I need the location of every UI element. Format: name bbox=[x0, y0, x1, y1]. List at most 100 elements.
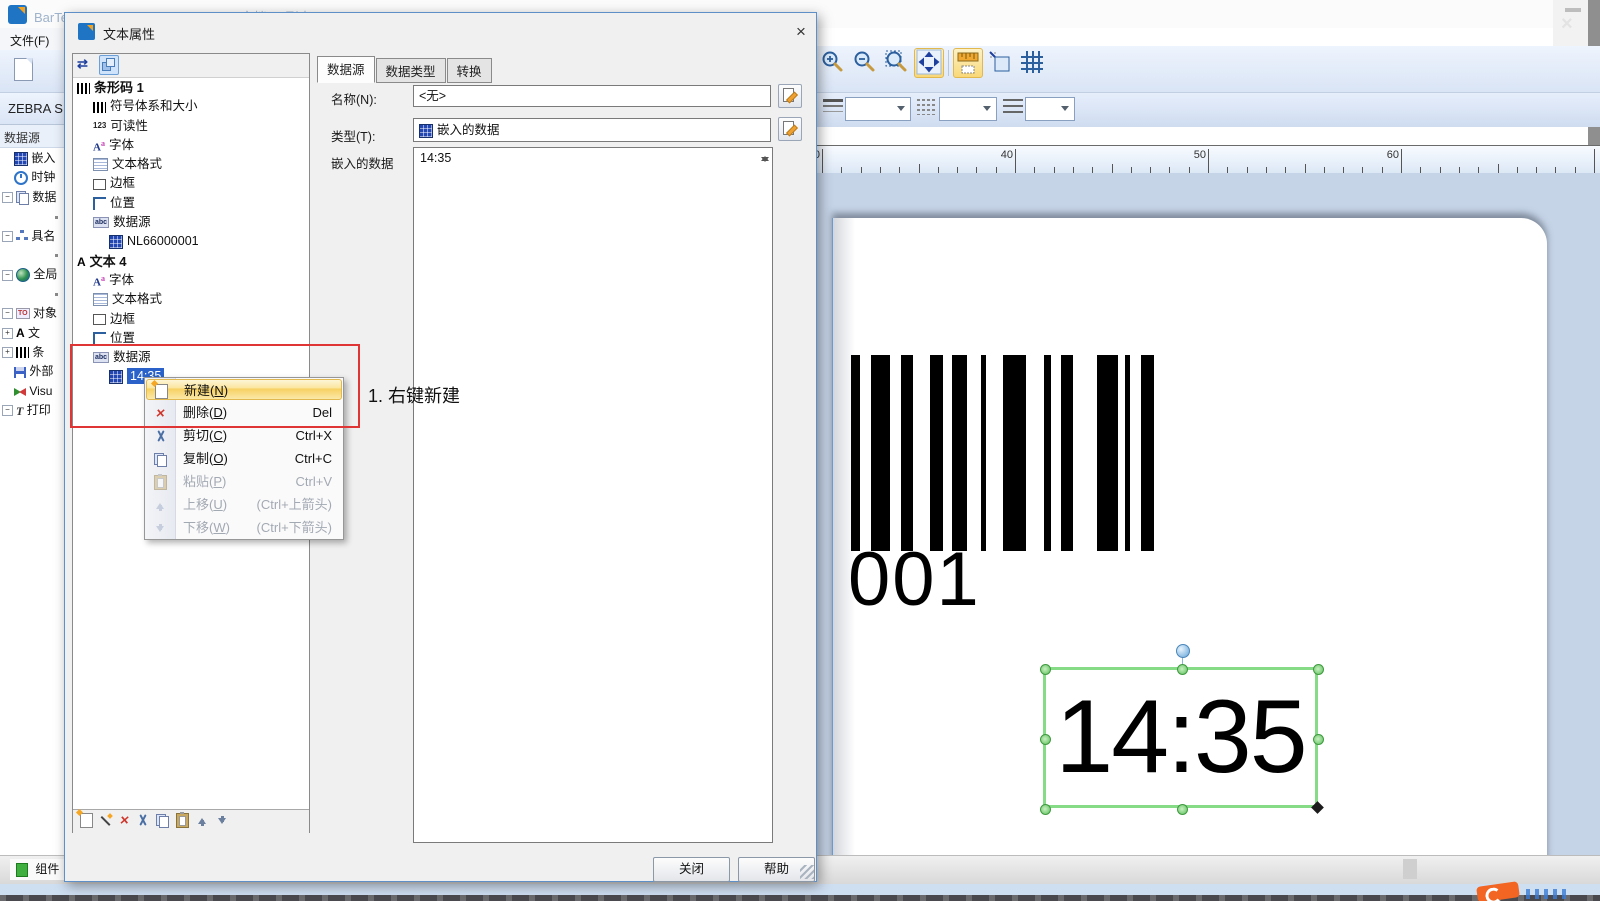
embedded-data-box[interactable]: 14:35 bbox=[413, 147, 773, 843]
selection-handle[interactable] bbox=[1040, 804, 1051, 815]
dialog-titlebar[interactable]: 文本属性 × bbox=[65, 13, 816, 51]
ruler-icon[interactable] bbox=[953, 48, 983, 78]
collapse-icon[interactable]: − bbox=[2, 405, 13, 416]
tab-2[interactable]: 转换 bbox=[447, 58, 492, 83]
zoom-out-icon[interactable] bbox=[850, 49, 880, 79]
zoom-in-icon[interactable] bbox=[818, 49, 848, 79]
rotation-handle[interactable] bbox=[1176, 644, 1190, 658]
line-style-toolbar bbox=[817, 92, 1600, 127]
tree-item[interactable]: 边框 bbox=[73, 174, 309, 193]
sidebar-item-文[interactable]: +A 文 bbox=[0, 324, 64, 343]
tree-item[interactable]: 符号体系和大小 bbox=[73, 97, 309, 116]
cut-icon bbox=[154, 430, 167, 443]
resize-diamond-handle[interactable] bbox=[1311, 801, 1324, 814]
component-tab[interactable]: 组件 bbox=[10, 859, 68, 880]
type-input[interactable]: 嵌入的数据 bbox=[413, 118, 771, 142]
object-value-icon: TO bbox=[16, 308, 30, 319]
line-style-dropdown[interactable] bbox=[939, 97, 997, 121]
tree-item[interactable]: 123可读性 bbox=[73, 117, 309, 136]
close-icon[interactable]: × bbox=[1561, 13, 1573, 36]
layers-toggle-icon[interactable] bbox=[99, 55, 119, 75]
tree-item[interactable]: NL66000001 bbox=[73, 232, 309, 251]
sidebar-header-label: 数据源 bbox=[4, 129, 40, 146]
collapse-icon[interactable]: − bbox=[2, 231, 13, 242]
selection-handle[interactable] bbox=[1040, 664, 1051, 675]
design-canvas[interactable]: 001 14:35 bbox=[815, 173, 1600, 855]
menu-item-P[interactable]: 粘贴(P)Ctrl+V bbox=[145, 470, 343, 493]
line-pattern-dropdown[interactable] bbox=[1025, 97, 1075, 121]
name-input[interactable]: <无> bbox=[413, 85, 771, 107]
label-area[interactable]: 001 14:35 bbox=[832, 218, 1547, 855]
window-controls: × bbox=[1553, 0, 1588, 46]
sidebar-item-全局[interactable]: − 全局 bbox=[0, 265, 64, 284]
pan-icon[interactable] bbox=[914, 48, 944, 78]
watermark-marks bbox=[1526, 889, 1566, 899]
selected-text-object[interactable]: 14:35 bbox=[1043, 667, 1318, 808]
line-weight-dropdown[interactable] bbox=[845, 97, 911, 121]
close-button[interactable]: 关闭 bbox=[653, 857, 730, 882]
file-menu[interactable]: 文件(F) bbox=[10, 32, 49, 49]
fit-object-icon[interactable]: ⇄ bbox=[77, 56, 88, 72]
menu-item-O[interactable]: 复制(O)Ctrl+C bbox=[145, 447, 343, 470]
tree-item[interactable]: 条形码 1 bbox=[73, 78, 309, 97]
collapse-icon[interactable]: − bbox=[2, 308, 13, 319]
sidebar-item-嵌入[interactable]: 嵌入 bbox=[0, 149, 64, 168]
grid-icon[interactable] bbox=[1017, 49, 1047, 79]
tree-item[interactable]: Aa字体 bbox=[73, 136, 309, 155]
resize-grip[interactable] bbox=[800, 865, 814, 879]
sidebar-item-外部[interactable]: 外部 bbox=[0, 362, 64, 381]
snap-icon[interactable] bbox=[985, 49, 1015, 79]
ruler-number: 50 bbox=[1194, 149, 1208, 161]
tree-item[interactable]: A文本 4 bbox=[73, 252, 309, 271]
tree-item[interactable]: abc数据源 bbox=[73, 213, 309, 232]
collapse-icon[interactable]: − bbox=[2, 192, 13, 203]
menu-item-W[interactable]: 下移(W)(Ctrl+下箭头) bbox=[145, 516, 343, 539]
sidebar-item-时钟[interactable]: 时钟 bbox=[0, 168, 64, 187]
selection-handle[interactable] bbox=[1177, 804, 1188, 815]
menu-item-U[interactable]: 上移(U)(Ctrl+上箭头) bbox=[145, 493, 343, 516]
barcode-text[interactable]: 001 bbox=[848, 536, 981, 623]
hscroll-thumb[interactable] bbox=[1403, 859, 1417, 879]
copy-icon bbox=[156, 814, 169, 827]
expand-icon[interactable]: + bbox=[2, 347, 13, 358]
embedded-data-value[interactable]: 14:35 bbox=[420, 151, 451, 165]
sidebar-item-数据[interactable]: − 数据 bbox=[0, 188, 64, 207]
sidebar-item-对象[interactable]: −TO 对象 bbox=[0, 304, 64, 323]
selection-handle[interactable] bbox=[1040, 734, 1051, 745]
tree-item[interactable]: 位置 bbox=[73, 194, 309, 213]
selection-handle[interactable] bbox=[1313, 664, 1324, 675]
toolbar-separator bbox=[948, 50, 949, 76]
sidebar-item-条[interactable]: + 条 bbox=[0, 343, 64, 362]
data-copies-icon bbox=[16, 191, 29, 204]
tab-0[interactable]: 数据源 bbox=[317, 56, 375, 83]
component-tab-label: 组件 bbox=[35, 862, 59, 876]
border-icon bbox=[93, 179, 106, 190]
new-document-icon[interactable] bbox=[14, 58, 33, 81]
tab-1[interactable]: 数据类型 bbox=[376, 58, 446, 83]
embedded-data-icon bbox=[419, 124, 433, 138]
tree-item[interactable]: 文本格式 bbox=[73, 155, 309, 174]
sidebar-item-Visu[interactable]: Visu bbox=[0, 382, 64, 401]
bullet-icon bbox=[55, 293, 58, 296]
printer-name[interactable]: ZEBRA S bbox=[8, 101, 63, 116]
paste-icon bbox=[176, 813, 189, 828]
zoom-selection-icon[interactable] bbox=[882, 49, 912, 79]
selected-text[interactable]: 14:35 bbox=[1055, 678, 1305, 797]
minimize-icon[interactable] bbox=[1565, 8, 1581, 12]
tree-panel-toolbar: × bbox=[73, 809, 309, 836]
sidebar-item-具名[interactable]: − 具名 bbox=[0, 227, 64, 246]
selection-handle[interactable] bbox=[1313, 734, 1324, 745]
sidebar-item-打印[interactable]: −T 打印 bbox=[0, 401, 64, 420]
expand-icon[interactable]: + bbox=[2, 328, 13, 339]
collapse-icon[interactable]: − bbox=[2, 270, 13, 281]
selection-handle[interactable] bbox=[1177, 664, 1188, 675]
barcode-bar bbox=[981, 355, 986, 551]
tree-item[interactable]: Aa字体 bbox=[73, 271, 309, 290]
spinner-icon[interactable] bbox=[759, 150, 770, 168]
type-field-button[interactable] bbox=[778, 117, 802, 141]
name-field-button[interactable] bbox=[778, 84, 802, 108]
tree-item[interactable]: 文本格式 bbox=[73, 290, 309, 309]
tree-item[interactable]: 边框 bbox=[73, 310, 309, 329]
ruler-tick bbox=[1015, 149, 1016, 173]
dialog-close-icon[interactable]: × bbox=[790, 21, 812, 43]
